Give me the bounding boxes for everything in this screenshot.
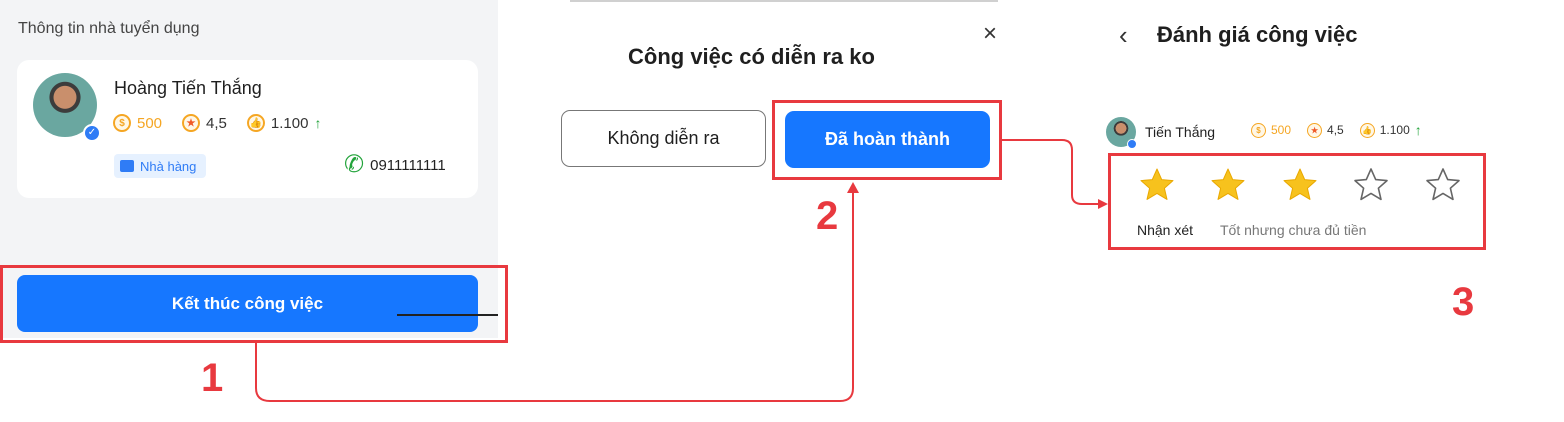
step-number-1: 1 xyxy=(201,356,224,400)
flow-arrows xyxy=(255,139,1108,402)
step-number-2: 2 xyxy=(816,194,839,238)
arrow-head xyxy=(1098,199,1108,209)
arrow-step1-to-step2 xyxy=(255,190,854,402)
arrow-head xyxy=(847,182,859,193)
arrow-step2-to-step3 xyxy=(1002,139,1100,205)
step-number-3: 3 xyxy=(1452,280,1475,324)
